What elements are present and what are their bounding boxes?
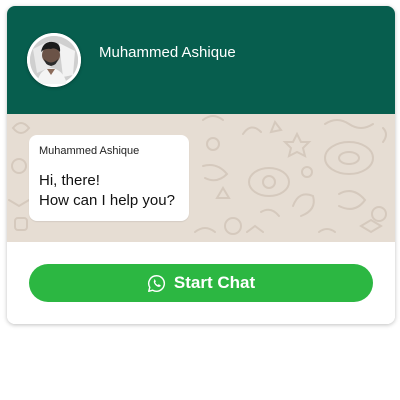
chat-footer: Start Chat	[7, 242, 395, 324]
chat-header: Muhammed Ashique	[7, 6, 395, 114]
start-chat-label: Start Chat	[173, 273, 256, 292]
message-line-2: How can I help you?	[39, 192, 175, 209]
start-chat-button[interactable]: Start Chat	[29, 264, 373, 302]
chat-area: Muhammed Ashique Hi, there! How can I he…	[7, 114, 395, 242]
message-line-1: Hi, there!	[39, 172, 100, 189]
message-bubble: Muhammed Ashique Hi, there! How can I he…	[29, 135, 189, 221]
chat-widget: Muhammed Ashique Muhammed Ashique Hi, th…	[7, 6, 395, 324]
whatsapp-icon	[147, 274, 166, 293]
message-sender: Muhammed Ashique	[39, 145, 140, 157]
avatar	[27, 33, 81, 87]
contact-name: Muhammed Ashique	[99, 44, 236, 61]
